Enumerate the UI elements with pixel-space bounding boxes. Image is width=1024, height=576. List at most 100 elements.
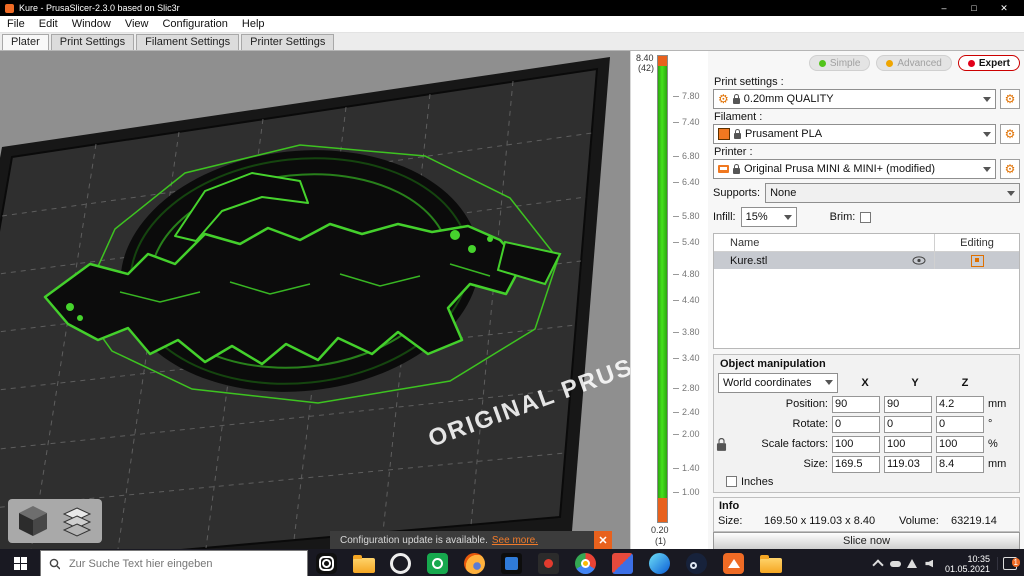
lock-icon [733,163,740,174]
rotate-x-input[interactable] [832,415,880,433]
see-more-link[interactable]: See more. [492,535,538,546]
lock-icon [732,93,740,104]
search-icon [49,558,60,569]
window-controls: – □ ✕ [929,0,1019,16]
taskbar-app-redblue[interactable] [604,549,641,576]
tab-filament-settings[interactable]: Filament Settings [136,34,240,50]
slider-tick: 6.80 [673,151,700,161]
slider-top-handle[interactable] [658,56,667,66]
slider-track[interactable] [658,66,667,498]
slider-max-value: 8.40 [636,53,654,63]
print-settings-gear-button[interactable]: ⚙ [1000,89,1020,109]
slider-min-value: 0.20 [651,525,669,535]
printer-gear-button[interactable]: ⚙ [1000,159,1020,179]
taskbar-app-green[interactable] [419,549,456,576]
menu-view[interactable]: View [118,18,156,30]
taskbar-app-edge[interactable] [641,549,678,576]
menu-window[interactable]: Window [65,18,118,30]
filament-gear-button[interactable]: ⚙ [1000,124,1020,144]
taskbar-clock[interactable]: 10:35 01.05.2021 [938,554,997,574]
taskbar-app-folder[interactable] [752,549,789,576]
tray-volume-item[interactable] [921,549,938,576]
editing-icon[interactable] [970,254,984,267]
scale-x-input[interactable] [832,435,880,453]
tray-expand-button[interactable] [870,549,887,576]
search-input[interactable] [66,556,299,571]
slider-min-layer: (1) [655,536,666,546]
taskbar-app-darkred[interactable] [530,549,567,576]
print-settings-select[interactable]: ⚙ 0.20mm QUALITY [713,89,996,109]
rotate-z-input[interactable] [936,415,984,433]
position-x-input[interactable] [832,395,880,413]
taskbar-app-browser-orange[interactable] [456,549,493,576]
scale-label: Scale factors: [761,438,828,451]
position-y-input[interactable] [884,395,932,413]
mode-expert-button[interactable]: Expert [957,55,1020,71]
size-z-input[interactable] [936,455,984,473]
manipulation-title: Object manipulation [720,357,826,370]
window-title: Kure - PrusaSlicer-2.3.0 based on Slic3r [19,3,180,13]
taskbar-app-prusaslicer[interactable] [715,549,752,576]
start-button[interactable] [0,549,40,576]
size-label: Size: [803,458,828,471]
menu-edit[interactable]: Edit [32,18,65,30]
menu-configuration[interactable]: Configuration [155,18,234,30]
size-x-input[interactable] [832,455,880,473]
taskbar-app-camera[interactable] [308,549,345,576]
tab-printer-settings[interactable]: Printer Settings [241,34,335,50]
printer-select[interactable]: Original Prusa MINI & MINI+ (modified) [713,159,996,179]
size-y-input[interactable] [884,455,932,473]
notification-center-button[interactable]: 1 [997,557,1022,570]
notification-close-button[interactable]: ✕ [594,531,612,549]
tab-plater[interactable]: Plater [2,34,49,50]
scale-z-input[interactable] [936,435,984,453]
folder-icon [352,555,375,573]
slice-now-button[interactable]: Slice now [713,531,1020,549]
coordinates-select[interactable]: World coordinates [718,372,838,393]
minimize-button[interactable]: – [929,0,959,16]
mode-simple-button[interactable]: Simple [808,55,871,71]
supports-select[interactable]: None [765,183,1020,203]
layer-slider[interactable] [657,55,668,523]
info-size-value: 169.50 x 119.03 x 8.40 [764,514,876,527]
maximize-button[interactable]: □ [959,0,989,16]
slider-bottom-handle[interactable] [658,498,667,522]
taskbar-app-explorer[interactable] [345,549,382,576]
size-unit: mm [988,458,1007,471]
mode-advanced-button[interactable]: Advanced [876,55,952,71]
slider-tick: 5.80 [673,211,700,221]
inches-checkbox[interactable] [726,476,737,488]
object-row-kure[interactable]: Kure.stl [714,252,1019,269]
taskbar-app-calculator[interactable] [493,549,530,576]
tray-cloud-item[interactable] [887,549,904,576]
menu-file[interactable]: File [0,18,32,30]
inches-label: Inches [741,475,774,488]
close-button[interactable]: ✕ [989,0,1019,16]
position-z-input[interactable] [936,395,984,413]
taskbar-app-ring[interactable] [382,549,419,576]
main-area: ORIGINAL PRUSA Configuration update is a… [0,51,1024,549]
brim-checkbox[interactable] [860,211,872,223]
taskbar-app-browser-colorful[interactable] [567,549,604,576]
advanced-mode-dot-icon [886,59,894,67]
infill-select[interactable]: 15% [740,207,797,227]
view-preview-thumbnail[interactable] [58,502,96,540]
eye-visibility-icon[interactable] [912,256,926,265]
info-size-label: Size: [718,514,743,527]
info-volume-label: Volume: [899,514,939,527]
scale-y-input[interactable] [884,435,932,453]
rotate-y-input[interactable] [884,415,932,433]
column-name[interactable]: Name [714,237,934,249]
taskbar-search[interactable] [40,550,308,576]
system-tray: 10:35 01.05.2021 1 [870,549,1024,576]
filament-select[interactable]: Prusament PLA [713,124,996,144]
view-3d-thumbnail[interactable] [14,502,52,540]
column-editing[interactable]: Editing [934,234,1019,251]
tab-print-settings[interactable]: Print Settings [50,34,135,50]
uniform-scale-lock-icon[interactable] [716,437,727,451]
windows-taskbar: 10:35 01.05.2021 1 [0,549,1024,576]
taskbar-app-steam[interactable] [678,549,715,576]
tray-network-item[interactable] [904,549,921,576]
menu-help[interactable]: Help [235,18,272,30]
rotate-label: Rotate: [792,418,828,431]
